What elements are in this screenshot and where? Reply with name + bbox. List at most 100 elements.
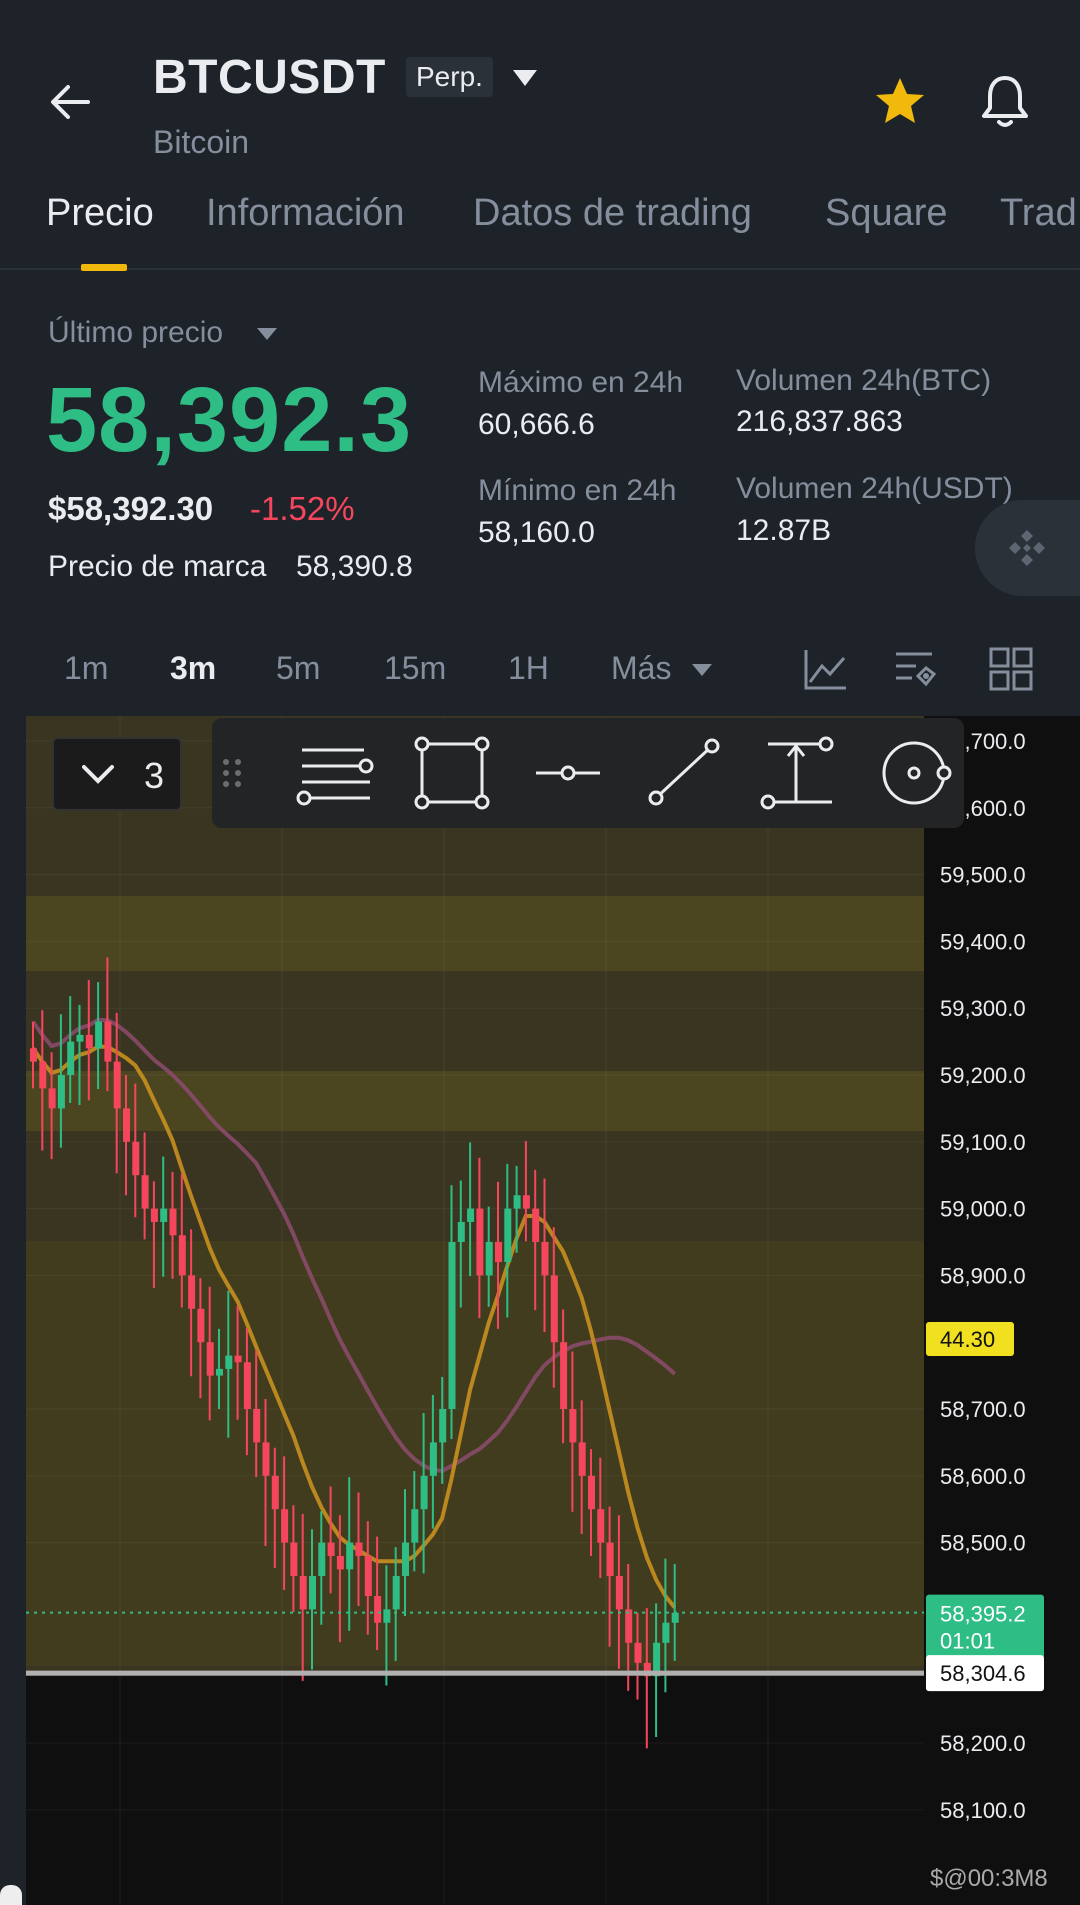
mark-price-label: Precio de marca	[48, 550, 267, 583]
drag-handle-icon[interactable]	[212, 736, 252, 810]
candle-body	[634, 1642, 642, 1663]
candle-body	[560, 1342, 568, 1409]
candle-body	[597, 1509, 605, 1543]
back-arrow-icon[interactable]	[42, 72, 102, 132]
y-tick-label: 59,000.0	[940, 1197, 1026, 1222]
candle-body	[253, 1409, 261, 1443]
candle-body	[48, 1088, 56, 1109]
candle-body	[504, 1208, 512, 1263]
high-24h-label: Máximo en 24h	[478, 366, 684, 399]
y-tick-label: 59,500.0	[940, 863, 1026, 888]
horizontal-ray-icon[interactable]	[526, 736, 610, 810]
tab-trading[interactable]: Trad	[1000, 192, 1077, 235]
candle-body	[150, 1208, 158, 1222]
interval-more[interactable]: Más	[611, 650, 671, 687]
layout-grid-icon[interactable]	[986, 644, 1036, 694]
symbol-title[interactable]: BTCUSDT	[153, 50, 386, 105]
candle-body	[132, 1141, 140, 1176]
usd-price: $58,392.30	[48, 490, 214, 527]
fib-retracement-icon[interactable]	[294, 736, 378, 810]
candle-body	[57, 1075, 65, 1109]
candle-body	[299, 1576, 307, 1610]
countdown-label: 01:01	[940, 1629, 995, 1654]
scroll-handle[interactable]	[0, 1885, 22, 1905]
candle-body	[662, 1622, 670, 1643]
y-tick-label: 59,300.0	[940, 996, 1026, 1021]
candle-body	[467, 1208, 475, 1222]
asset-name: Bitcoin	[153, 124, 250, 160]
candle-body	[216, 1368, 223, 1376]
tab-informacion[interactable]: Información	[206, 192, 405, 235]
binance-logo-icon	[1009, 530, 1045, 566]
candle-body	[169, 1208, 177, 1236]
candle-body	[420, 1475, 428, 1510]
drawing-toolbar	[212, 718, 964, 828]
tab-datos-de-trading[interactable]: Datos de trading	[473, 192, 752, 235]
indicator-icon[interactable]	[800, 644, 850, 694]
volume-btc-value: 216,837.863	[736, 405, 903, 438]
y-tick-label: 58,600.0	[940, 1464, 1026, 1489]
candle-body	[439, 1409, 447, 1443]
candle-body	[290, 1542, 298, 1576]
candle-body	[495, 1242, 502, 1263]
tab-precio[interactable]: Precio	[46, 192, 154, 235]
candle-body	[606, 1542, 614, 1576]
trend-line-icon[interactable]	[642, 736, 726, 810]
interval-15m[interactable]: 15m	[384, 650, 446, 687]
caret-down-icon[interactable]	[690, 662, 714, 678]
tab-square[interactable]: Square	[825, 192, 948, 235]
candle-body	[550, 1275, 558, 1343]
volume-usdt-value: 12.87B	[736, 514, 832, 547]
rectangle-icon[interactable]	[410, 736, 494, 810]
candle-body	[402, 1542, 409, 1576]
candle-body	[197, 1308, 205, 1343]
y-tick-label: 59,100.0	[940, 1130, 1026, 1155]
chart-canvas[interactable]: 59,700.059,600.059,500.059,400.059,300.0…	[0, 716, 1080, 1905]
interval-3m[interactable]: 3m	[170, 650, 216, 687]
candle-body	[569, 1409, 577, 1443]
candle-body	[383, 1609, 391, 1623]
y-tick-label: 58,700.0	[940, 1397, 1026, 1422]
candlestick-chart[interactable]: 59,700.0 59,600.0 59,500.0 59,400.0 59,300.0…	[0, 716, 1080, 1905]
price-range-icon[interactable]	[758, 736, 842, 810]
caret-down-icon[interactable]	[255, 326, 279, 342]
bell-icon[interactable]	[976, 72, 1034, 130]
circle-icon[interactable]	[874, 736, 958, 810]
candle-body	[485, 1242, 493, 1276]
last-price-label[interactable]: Último precio	[48, 316, 223, 350]
header: BTCUSDT Perp. Bitcoin	[0, 0, 1080, 170]
candle-body	[392, 1576, 400, 1610]
candle-body	[160, 1208, 168, 1222]
candle-body	[671, 1612, 679, 1623]
chart-settings-icon[interactable]	[892, 644, 942, 694]
caret-down-icon[interactable]	[510, 66, 540, 90]
highlight-band	[26, 1071, 924, 1131]
collapse-drawing-tools-button[interactable]: 3	[52, 737, 182, 811]
candle-body	[346, 1542, 354, 1570]
candle-body	[318, 1542, 326, 1576]
star-icon[interactable]	[872, 74, 928, 130]
high-24h-value: 60,666.6	[478, 408, 595, 441]
interval-1m[interactable]: 1m	[64, 650, 108, 687]
candle-body	[243, 1362, 251, 1409]
change-percent: -1.52%	[250, 490, 355, 527]
candle-body	[588, 1475, 595, 1510]
candle-body	[336, 1555, 344, 1570]
y-tick-label: 58,100.0	[940, 1798, 1026, 1823]
candle-body	[225, 1355, 233, 1369]
candle-body	[355, 1542, 363, 1556]
low-24h-label: Mínimo en 24h	[478, 474, 677, 507]
candle-body	[429, 1442, 437, 1476]
candle-body	[67, 1041, 75, 1075]
volume-usdt-label: Volumen 24h(USDT)	[736, 472, 1013, 505]
floating-action-button[interactable]	[975, 500, 1080, 596]
chart-left-gutter	[0, 716, 26, 1905]
interval-5m[interactable]: 5m	[276, 650, 320, 687]
y-tick-label: 58,900.0	[940, 1263, 1026, 1288]
candle-body	[457, 1221, 465, 1242]
volume-btc-label: Volumen 24h(BTC)	[736, 364, 992, 397]
candle-body	[113, 1061, 121, 1109]
candle-body	[271, 1475, 279, 1510]
candle-body	[513, 1195, 521, 1209]
interval-1h[interactable]: 1H	[508, 650, 549, 687]
